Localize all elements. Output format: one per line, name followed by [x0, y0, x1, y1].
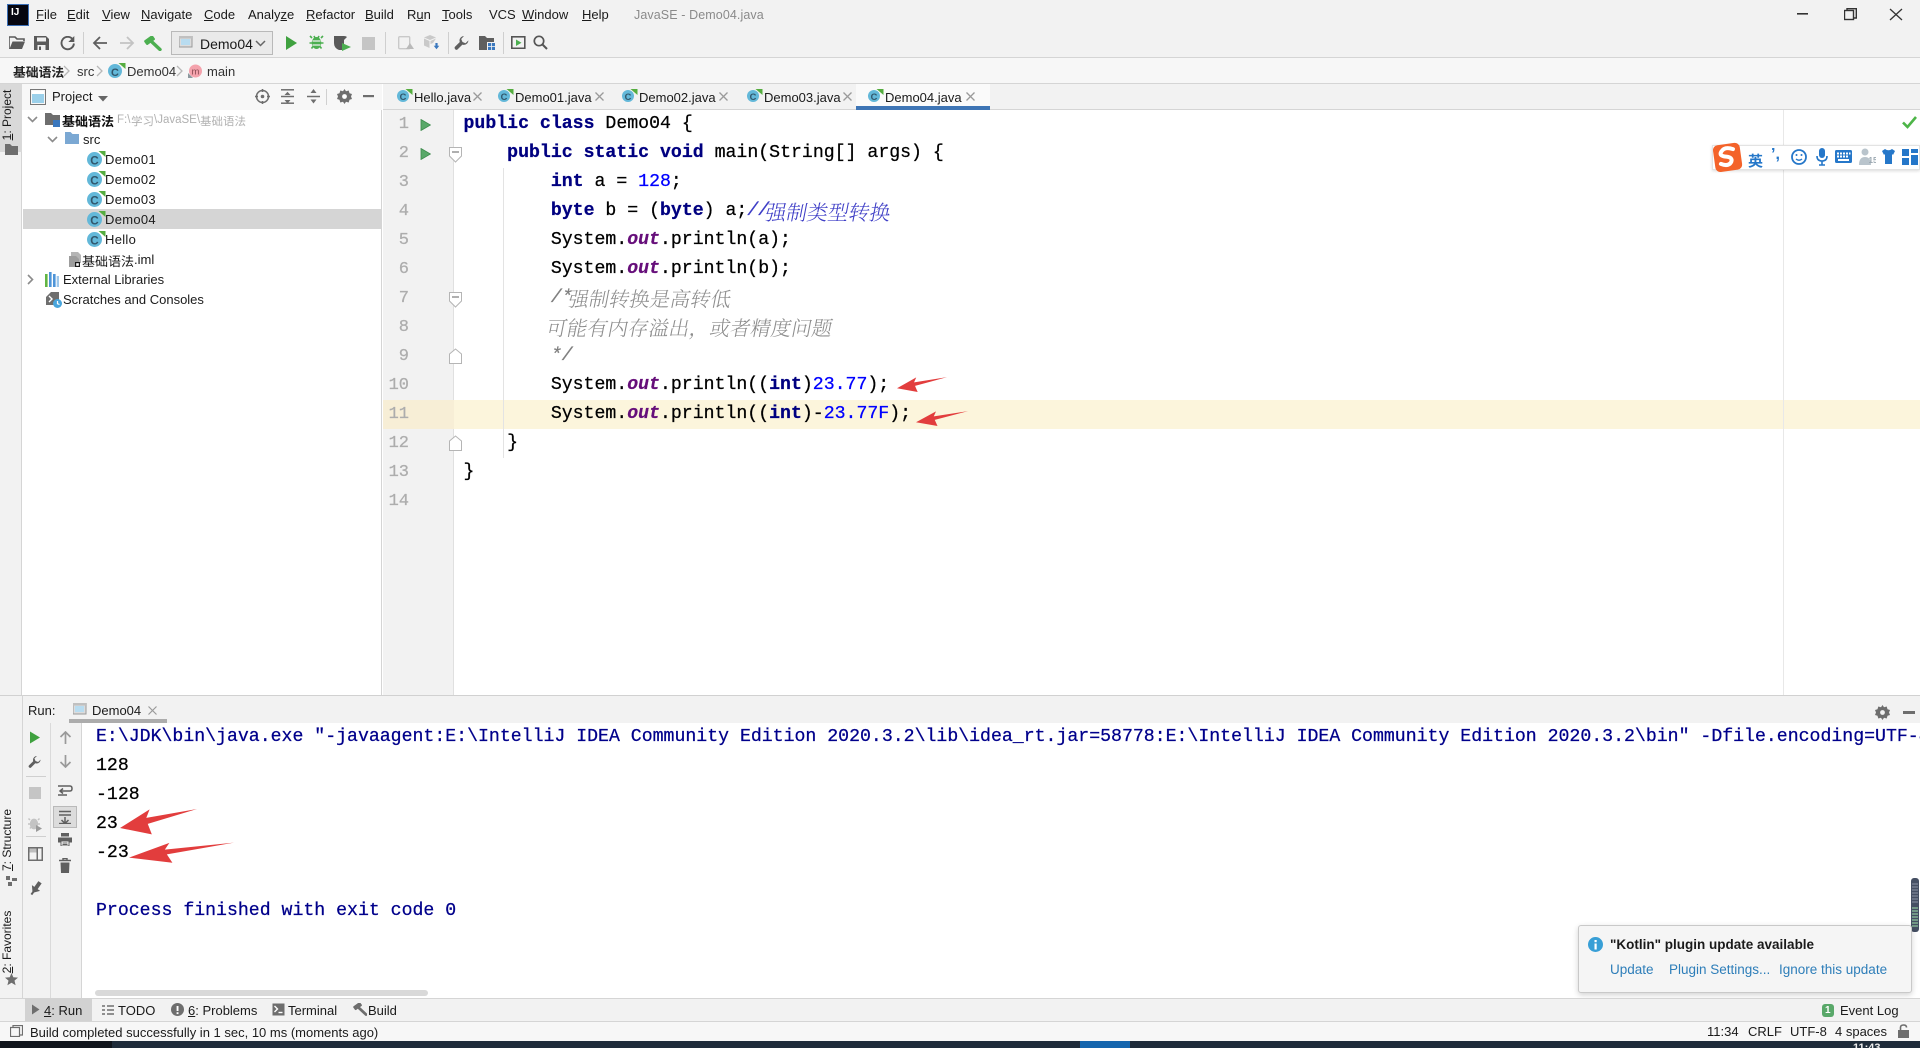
svg-text:C: C — [90, 155, 99, 168]
svg-text:m: m — [192, 67, 200, 78]
svg-text:C: C — [501, 92, 508, 102]
svg-text:C: C — [90, 195, 99, 208]
svg-text:C: C — [90, 215, 99, 228]
svg-text:C: C — [750, 92, 757, 102]
svg-text:C: C — [400, 92, 407, 102]
svg-text:15: 15 — [1869, 156, 1877, 165]
svg-text:C: C — [90, 235, 99, 248]
svg-text:C: C — [871, 92, 878, 102]
svg-text:C: C — [625, 92, 632, 102]
svg-text:C: C — [90, 175, 99, 188]
svg-text:C: C — [111, 67, 119, 79]
